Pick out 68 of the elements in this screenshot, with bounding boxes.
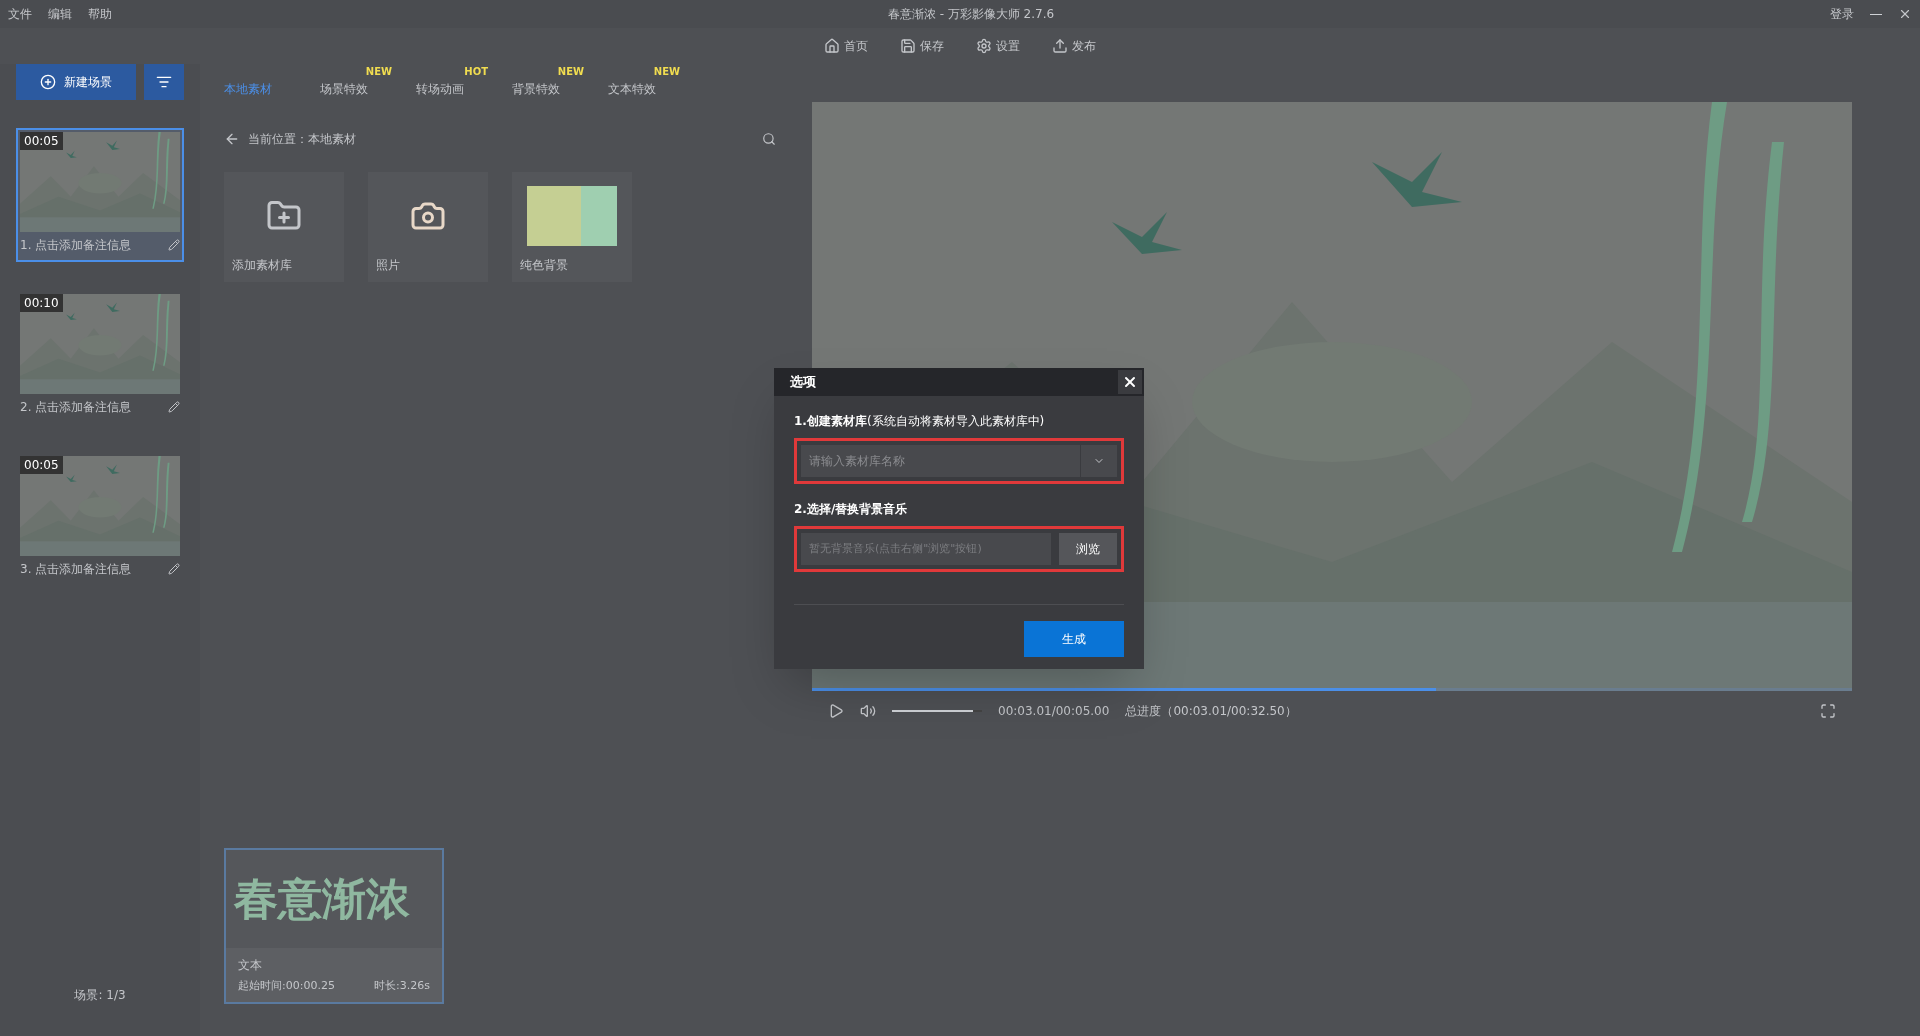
menu-item[interactable]: 帮助: [88, 5, 112, 23]
scene-caption: 3. 点击添加备注信息: [20, 561, 132, 578]
material-card[interactable]: 添加素材库: [224, 172, 344, 282]
menu-item[interactable]: 文件: [8, 5, 32, 23]
menu-item[interactable]: 编辑: [48, 5, 72, 23]
section-label: 1.创建素材库(系统自动将素材导入此素材库中): [794, 413, 1046, 430]
tab-flag-text: NEW: [653, 65, 680, 79]
close-button[interactable]: [1118, 370, 1142, 394]
scene-caption: 2. 点击添加备注信息: [20, 399, 132, 416]
time-readout: 00:03.01/00:05.00: [998, 703, 1110, 720]
volume-icon[interactable]: [860, 703, 876, 719]
breadcrumb: 当前位置：本地素材: [248, 131, 357, 148]
card-label: 添加素材库: [232, 257, 293, 274]
play-icon[interactable]: [828, 703, 844, 719]
search-icon[interactable]: [762, 132, 776, 146]
scene-card[interactable]: 00:05 3. 点击添加备注信息: [16, 452, 184, 586]
edit-icon[interactable]: [168, 401, 180, 413]
generate-button[interactable]: 生成: [1024, 621, 1124, 657]
tab-flag-text: NEW: [365, 65, 392, 79]
close-icon: [1122, 374, 1138, 390]
save-icon: [900, 38, 916, 54]
upload-icon: [1052, 38, 1068, 54]
toolbar-button[interactable]: 首页: [824, 37, 868, 55]
home-icon: [824, 38, 840, 54]
tab-flag-text: NEW: [557, 65, 584, 79]
section-label: 2.选择/替换背景音乐: [794, 501, 909, 518]
back-icon[interactable]: [224, 131, 240, 147]
scene-caption: 1. 点击添加备注信息: [20, 237, 132, 254]
card-label: 照片: [376, 257, 401, 274]
scene-card[interactable]: 00:10 2. 点击添加备注信息: [16, 290, 184, 424]
edit-icon[interactable]: [168, 563, 180, 575]
card-label: 纯色背景: [520, 257, 569, 274]
close-icon[interactable]: [1898, 7, 1912, 21]
toolbar-button[interactable]: 设置: [976, 37, 1020, 55]
color-swatch-icon: [527, 186, 617, 246]
fullscreen-icon[interactable]: [1820, 703, 1836, 719]
progress-track[interactable]: [812, 688, 1852, 691]
scene-pager: 场景: 1/3: [73, 987, 127, 1004]
toolbar-button[interactable]: 保存: [900, 37, 944, 55]
login-link[interactable]: 登录: [1830, 5, 1854, 23]
material-tab[interactable]: 转场动画: [416, 80, 464, 98]
material-tab[interactable]: 场景特效: [320, 80, 368, 98]
plus-icon: [40, 74, 56, 90]
clip-type: 文本: [238, 956, 263, 974]
list-icon: [156, 74, 172, 90]
timeline-clip[interactable]: 春意渐浓 文本 起始时间:00:00.25 时长:3.26s: [224, 847, 444, 1004]
material-tab[interactable]: 文本特效: [608, 80, 656, 98]
filter-button[interactable]: [144, 64, 184, 100]
scene-card[interactable]: 00:05 1. 点击添加备注信息: [16, 128, 184, 262]
material-tab[interactable]: 背景特效: [512, 80, 560, 98]
clip-start: 起始时间:00:00.25: [238, 977, 335, 994]
scene-duration: 00:05: [20, 132, 63, 150]
settings-icon: [976, 38, 992, 54]
edit-icon[interactable]: [168, 239, 180, 251]
scene-duration: 00:10: [20, 294, 63, 312]
browse-button[interactable]: 浏览: [1059, 533, 1117, 565]
new-scene-button[interactable]: 新建场景: [16, 64, 136, 100]
clip-duration: 时长:3.26s: [374, 977, 430, 994]
library-name-field[interactable]: 请输入素材库名称: [801, 445, 1080, 477]
material-card[interactable]: 纯色背景: [512, 172, 632, 282]
dialog-title: 选项: [790, 373, 816, 392]
minimize-icon[interactable]: [1870, 13, 1882, 15]
material-card[interactable]: 照片: [368, 172, 488, 282]
scene-duration: 00:05: [20, 456, 63, 474]
window-title: 春意渐浓 - 万彩影像大师 2.7.6: [886, 6, 1056, 23]
toolbar-button[interactable]: 发布: [1052, 37, 1096, 55]
tab-flag-text: HOT: [464, 65, 488, 79]
clip-preview-text: 春意渐浓: [233, 871, 411, 926]
